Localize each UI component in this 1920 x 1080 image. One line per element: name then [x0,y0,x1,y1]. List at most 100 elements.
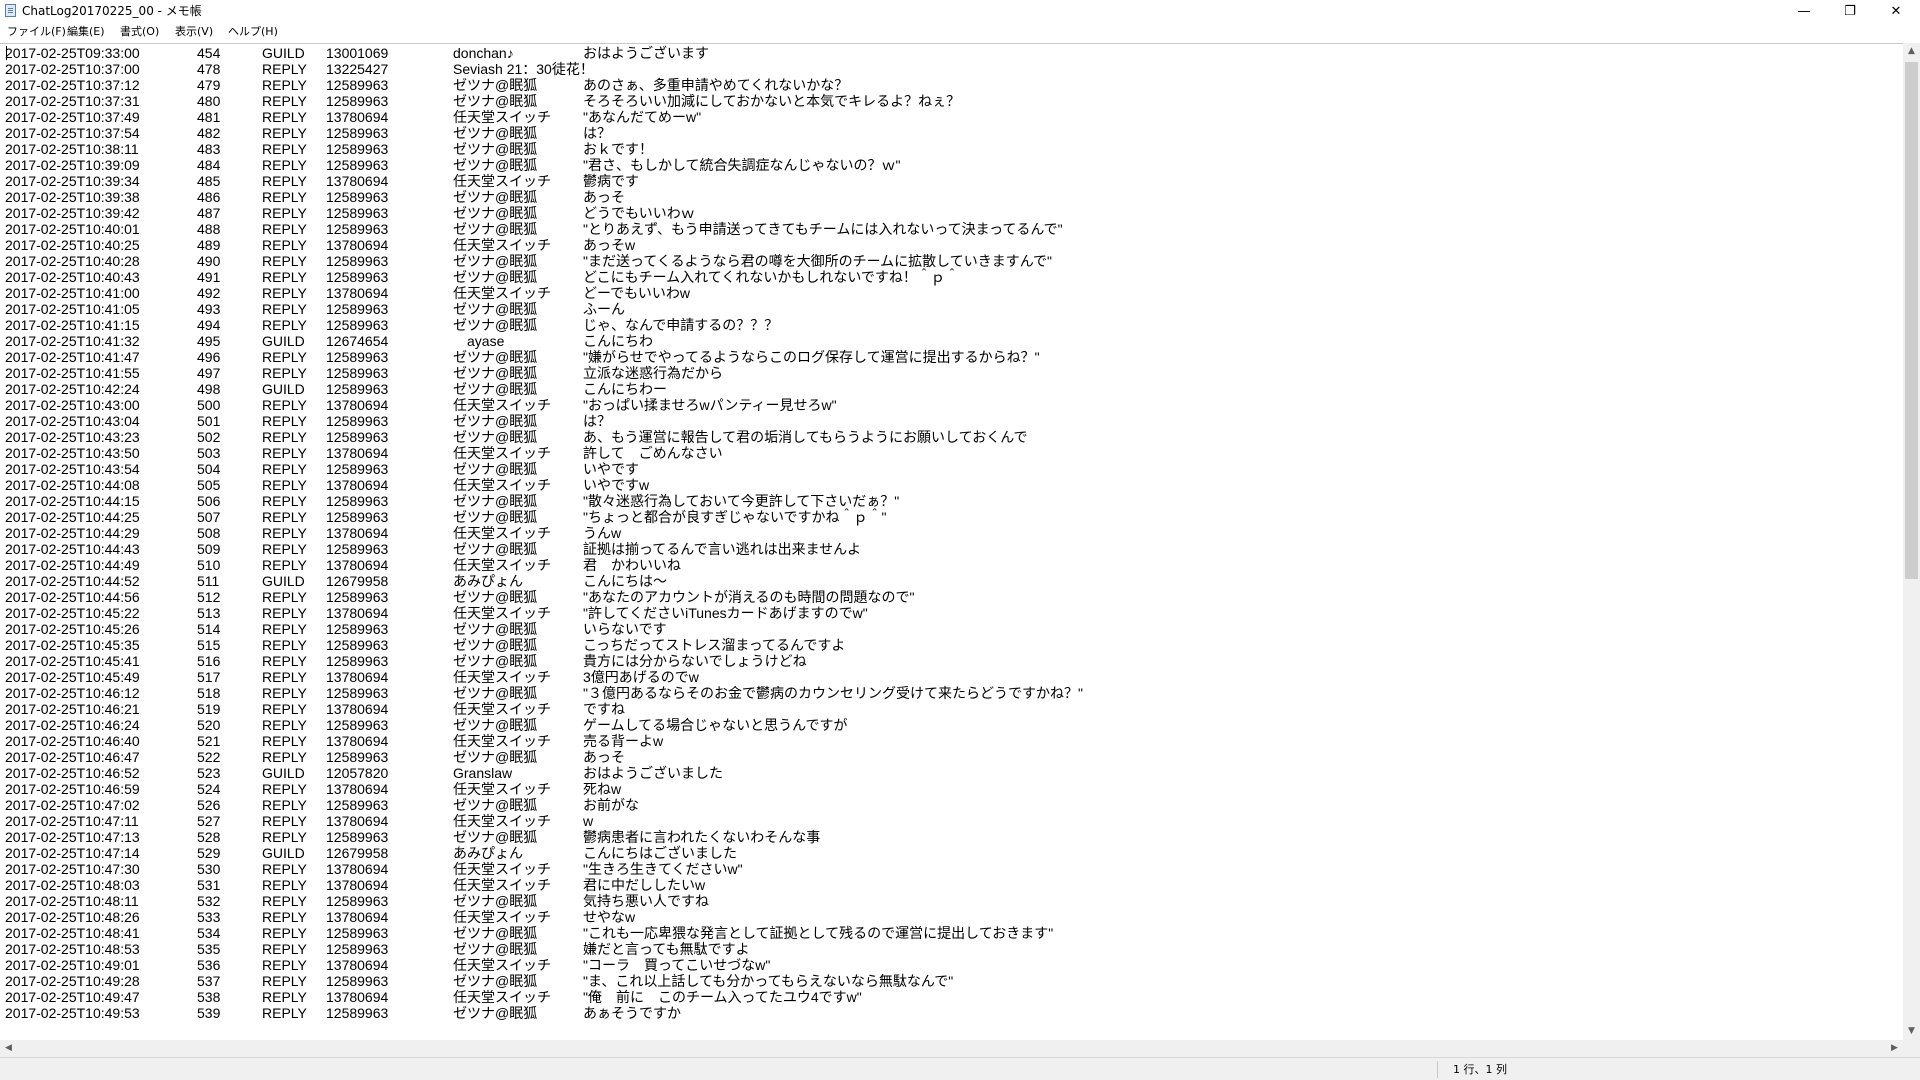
log-user-name: 任天堂スイッチ [453,909,551,925]
log-timestamp: 2017-02-25T10:41:15 [5,317,140,333]
log-number: 507 [197,509,221,525]
log-timestamp: 2017-02-25T10:41:00 [5,285,140,301]
log-message: "嫌がらせでやってるようならこのログ保存して運営に提出するからね？" [583,349,1040,365]
log-message: "コーラ 買ってこいせづなw" [583,957,771,973]
scroll-up-arrow-icon[interactable]: ▲ [1903,43,1920,60]
log-timestamp: 2017-02-25T10:44:25 [5,509,140,525]
log-message: いやです [583,461,639,477]
log-number: 483 [197,141,221,157]
log-user-name: donchan♪ [453,45,514,61]
log-user-name: ゼツナ@眠狐 [453,381,538,397]
maximize-button[interactable]: ❐ [1827,0,1873,22]
log-type: REPLY [262,125,307,141]
log-message: あぁそうですか [583,1005,681,1021]
log-message: 証拠は揃ってるんで言い逃れは出来ませんよ [583,541,862,557]
log-number: 538 [197,989,221,1005]
log-number: 486 [197,189,221,205]
log-type: REPLY [262,61,307,77]
log-timestamp: 2017-02-25T10:48:53 [5,941,140,957]
log-user-name: ゼツナ@眠狐 [453,685,538,701]
menu-view[interactable]: 表示(V) [175,25,213,39]
menu-edit[interactable]: 編集(E) [67,25,105,39]
log-message: 気持ち悪い人ですね [583,893,709,909]
log-number: 521 [197,733,221,749]
log-number: 482 [197,125,221,141]
log-type: REPLY [262,637,307,653]
log-user-id: 13780694 [326,861,389,877]
log-type: REPLY [262,669,307,685]
log-user-id: 13780694 [326,285,389,301]
log-number: 489 [197,237,221,253]
scroll-right-arrow-icon[interactable]: ▶ [1886,1040,1903,1057]
log-user-id: 12589963 [326,205,389,221]
vertical-scrollbar[interactable]: ▲ ▼ [1903,43,1920,1040]
log-number: 500 [197,397,221,413]
log-message: "俺 前に このチーム入ってたユウ4ですw" [583,989,862,1005]
log-user-id: 12589963 [326,189,389,205]
log-type: REPLY [262,397,307,413]
log-timestamp: 2017-02-25T10:41:32 [5,333,140,349]
log-user-name: 任天堂スイッチ [453,477,551,493]
close-button[interactable]: ✕ [1873,0,1919,22]
scroll-down-arrow-icon[interactable]: ▼ [1903,1023,1920,1040]
log-user-name: ゼツナ@眠狐 [453,1005,538,1021]
log-message: は？ [583,125,611,141]
log-number: 517 [197,669,221,685]
log-message: あのさぁ、多重申請やめてくれないかな？ [583,77,849,93]
log-timestamp: 2017-02-25T10:37:49 [5,109,140,125]
log-number: 510 [197,557,221,573]
log-user-id: 12589963 [326,349,389,365]
minimize-button[interactable]: — [1781,0,1827,22]
log-number: 503 [197,445,221,461]
log-user-name: ゼツナ@眠狐 [453,429,538,445]
log-type: GUILD [262,573,305,589]
log-user-id: 12589963 [326,621,389,637]
log-message: お前がな [583,797,639,813]
log-user-id: 13780694 [326,733,389,749]
menu-help[interactable]: ヘルプ(H) [228,25,278,39]
log-message: "散々迷惑行為しておいて今更許して下さいだぁ？" [583,493,900,509]
log-message: 許して ごめんなさい [583,445,723,461]
log-user-name: ゼツナ@眠狐 [453,925,538,941]
log-user-name: 任天堂スイッチ [453,397,551,413]
text-editor-area[interactable]: 2017-02-25T09:33:00 454 GUILD 13001069 donch… [0,43,1903,1041]
log-message: 鬱病です [583,173,639,189]
menu-format[interactable]: 書式(O) [120,25,159,39]
menu-file[interactable]: ファイル(F) [7,25,66,39]
log-message: 君 かわいいね [583,557,681,573]
scroll-left-arrow-icon[interactable]: ◀ [0,1040,17,1057]
log-message: こんにちはございました [583,845,737,861]
log-number: 514 [197,621,221,637]
log-number: 494 [197,317,221,333]
log-user-id: 12589963 [326,301,389,317]
log-user-name: あみぴょん [453,573,523,589]
log-number: 536 [197,957,221,973]
log-user-name: 任天堂スイッチ [453,957,551,973]
log-number: 488 [197,221,221,237]
log-timestamp: 2017-02-25T09:33:00 [5,45,140,61]
log-number: 530 [197,861,221,877]
vertical-scroll-thumb[interactable] [1905,62,1918,579]
log-user-name: 任天堂スイッチ [453,445,551,461]
log-message: そろそろいい加減にしておかないと本気でキレるよ？ねぇ？ [583,93,961,109]
log-user-id: 12589963 [326,157,389,173]
log-user-id: 12057820 [326,765,389,781]
log-user-id: 12589963 [326,413,389,429]
log-user-id: 12589963 [326,493,389,509]
log-timestamp: 2017-02-25T10:49:47 [5,989,140,1005]
log-user-id: 12589963 [326,77,389,93]
log-message: "君さ、もしかして統合失調症なんじゃないの？ｗ" [583,157,901,173]
horizontal-scrollbar[interactable]: ◀ ▶ [0,1040,1903,1057]
log-timestamp: 2017-02-25T10:46:52 [5,765,140,781]
log-number: 532 [197,893,221,909]
log-timestamp: 2017-02-25T10:43:54 [5,461,140,477]
log-user-name: 任天堂スイッチ [453,733,551,749]
log-number: 501 [197,413,221,429]
log-user-id: 12589963 [326,797,389,813]
log-user-id: 12679958 [326,573,389,589]
log-timestamp: 2017-02-25T10:37:12 [5,77,140,93]
log-timestamp: 2017-02-25T10:37:54 [5,125,140,141]
log-number: 526 [197,797,221,813]
log-message: どうでもいいわｗ [583,205,695,221]
log-message: 売る背ーよw [583,733,664,749]
